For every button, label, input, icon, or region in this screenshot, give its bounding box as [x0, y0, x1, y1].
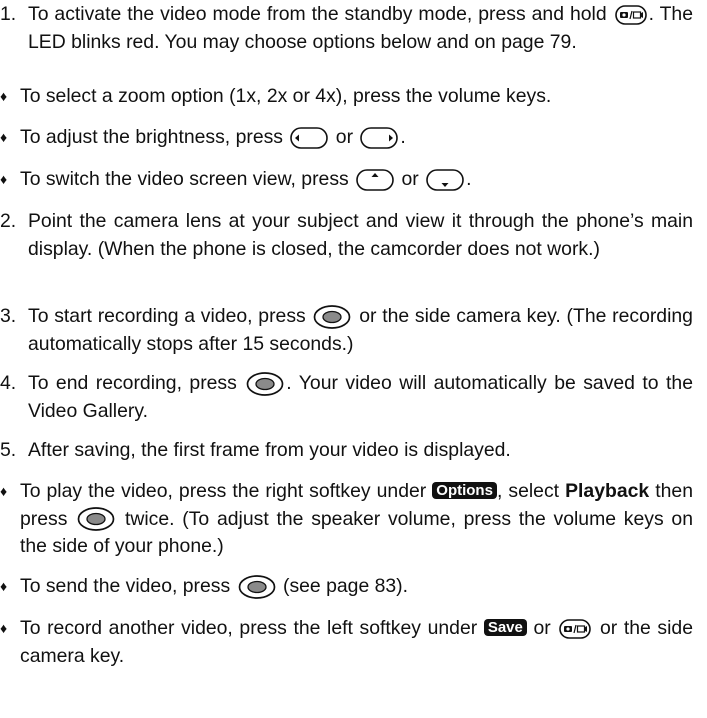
step-number: 4. [0, 372, 17, 394]
bullet-mark: ♦ [0, 88, 8, 104]
bullet-text: To play the video, press the right softk… [20, 480, 427, 502]
step-3: 3. To start recording a video, press or … [0, 303, 693, 358]
bullet-text: To adjust the brightness, press [20, 126, 283, 148]
step-number: 3. [0, 305, 17, 327]
step-number: 2. [0, 210, 17, 232]
bullet-send: ♦ To send the video, press (see page 83)… [0, 573, 693, 601]
save-softkey-label: Save [483, 619, 527, 636]
bullet-brightness: ♦ To adjust the brightness, press or . [0, 124, 693, 152]
bullet-text-2: , select [496, 480, 560, 502]
period-text: . [400, 126, 406, 148]
bullet-mark: ♦ [0, 578, 8, 594]
step-text: To start recording a video, press [28, 305, 306, 327]
step-number: 1. [0, 3, 17, 25]
bullet-mark: ♦ [0, 129, 8, 145]
or-text: or [401, 168, 419, 190]
or-text: or [533, 617, 551, 639]
nav-left-key-icon [290, 127, 329, 149]
step-number: 5. [0, 439, 17, 461]
bullet-text: To switch the video screen view, press [20, 168, 349, 190]
options-softkey-label: Options [432, 482, 497, 499]
bullet-mark: ♦ [0, 620, 8, 636]
or-text: or [335, 126, 354, 148]
bullet-mark: ♦ [0, 171, 8, 187]
bullet-text: To send the video, press [20, 575, 231, 597]
step-2: 2. Point the camera lens at your subject… [0, 208, 693, 263]
step-4: 4. To end recording, press . Your video … [0, 370, 693, 425]
bullet-text-2: (see page 83). [282, 575, 409, 597]
step-text: To activate the video mode from the stan… [28, 3, 607, 25]
bullet-text: To record another video, press the left … [20, 617, 478, 639]
nav-right-key-icon [360, 127, 399, 149]
nav-down-key-icon [426, 169, 464, 191]
step-text: To end recording, press [28, 372, 237, 394]
ok-key-icon [246, 372, 284, 396]
bullet-zoom: ♦ To select a zoom option (1x, 2x or 4x)… [0, 83, 693, 111]
bullet-play: ♦ To play the video, press the right sof… [0, 478, 693, 561]
step-5: 5. After saving, the first frame from yo… [0, 437, 693, 465]
step-1: 1. To activate the video mode from the s… [0, 1, 693, 56]
nav-up-key-icon [356, 169, 394, 191]
camera-video-key-icon [614, 5, 647, 25]
camera-video-key-icon [559, 619, 592, 639]
bullet-text: To select a zoom option (1x, 2x or 4x), … [20, 85, 552, 107]
playback-option: Playback [565, 480, 650, 502]
ok-key-icon [238, 575, 276, 599]
bullet-mark: ♦ [0, 483, 8, 499]
bullet-text-4: twice. (To adjust the speaker volume, pr… [20, 507, 693, 558]
bullet-record-another: ♦ To record another video, press the lef… [0, 615, 693, 670]
period-text: . [466, 168, 472, 190]
step-text: Point the camera lens at your subject an… [28, 210, 693, 260]
manual-page: 1. To activate the video mode from the s… [0, 0, 707, 718]
bullet-screen-view: ♦ To switch the video screen view, press… [0, 166, 693, 194]
step-text: After saving, the first frame from your … [28, 439, 511, 461]
ok-key-icon [77, 507, 115, 532]
ok-key-icon [313, 305, 351, 329]
